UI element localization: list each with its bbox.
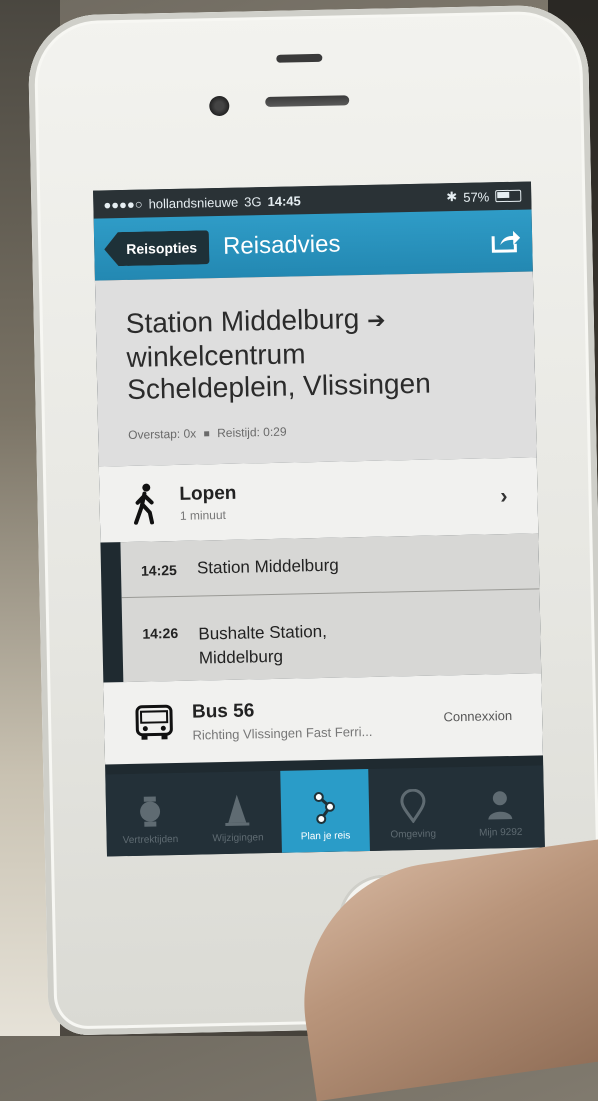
stop-name: Station Middelburg: [196, 555, 339, 578]
network-type: 3G: [244, 193, 262, 209]
bus-direction: Richting Vlissingen Fast Ferri...: [192, 723, 373, 743]
tab-vertrektijden[interactable]: Vertrektijden: [105, 773, 194, 857]
carrier-name: hollandsnieuwe: [148, 194, 239, 211]
route-origin: Station Middelburg: [125, 303, 360, 339]
tab-label: Vertrektijden: [122, 833, 179, 847]
bus-icon: [135, 704, 173, 740]
route-destination-line1: winkelcentrum: [126, 338, 306, 373]
travel-time: Reistijd: 0:29: [217, 424, 287, 441]
stop-name-line1: Bushalte Station,: [198, 621, 328, 644]
tab-wijzigingen[interactable]: Wijzigingen: [193, 771, 282, 855]
walk-duration: 1 minuut: [179, 507, 227, 523]
app-screen: ●●●●○ hollandsnieuwe 3G 14:45 ✱ 57% Reis…: [93, 181, 545, 857]
bus-label: Bus 56: [191, 699, 255, 723]
clock-icon: [139, 796, 160, 827]
signal-dots: ●●●●○: [103, 196, 143, 212]
stop-time: 14:26: [142, 624, 179, 642]
nav-bar: Reisopties Reisadvies: [93, 209, 533, 281]
stop-name: Bushalte Station, Middelburg: [198, 620, 328, 671]
stop-row: 14:25 Station Middelburg: [120, 533, 540, 599]
route-title: Station Middelburg ➔ winkelcentrum Schel…: [126, 300, 506, 406]
front-camera: [209, 95, 230, 117]
bus-text: Bus 56 Richting Vlissingen Fast Ferri...: [192, 696, 444, 742]
walk-leg-row[interactable]: Lopen 1 minuut ›: [98, 457, 539, 543]
separator-square: [204, 430, 210, 436]
stop-row: 14:26 Bushalte Station, Middelburg: [122, 589, 541, 672]
tab-mijn-9292[interactable]: Mijn 9292: [456, 765, 545, 849]
status-time: 14:45: [267, 192, 301, 209]
transfers-count: Overstap: 0x: [128, 426, 197, 442]
speaker-grill: [265, 95, 350, 108]
location-pin-icon: [399, 788, 425, 824]
tab-bar: Vertrektijden Wijzigingen Plan je reis O…: [105, 765, 545, 857]
stops-block: 14:25 Station Middelburg 14:26 Bushalte …: [120, 533, 542, 683]
bus-leg-row[interactable]: Bus 56 Richting Vlissingen Fast Ferri...…: [103, 673, 543, 765]
walk-text: Lopen 1 minuut: [179, 477, 500, 523]
tab-plan-je-reis[interactable]: Plan je reis: [280, 769, 370, 853]
bus-operator: Connexxion: [443, 707, 513, 724]
arrow-right-icon: ➔: [366, 307, 386, 333]
tab-label: Mijn 9292: [478, 826, 523, 839]
back-button[interactable]: Reisopties: [104, 230, 210, 266]
route-icon: [313, 792, 335, 824]
route-destination-line2: Scheldeplein, Vlissingen: [126, 367, 432, 405]
walk-label: Lopen: [179, 482, 237, 505]
walking-person-icon: [134, 483, 155, 525]
stop-time: 14:25: [140, 561, 177, 579]
route-meta: Overstap: 0x Reistijd: 0:29: [128, 420, 506, 442]
tab-omgeving[interactable]: Omgeving: [368, 767, 457, 851]
bluetooth-icon: ✱: [446, 189, 458, 205]
tab-label: Plan je reis: [300, 830, 351, 843]
share-icon[interactable]: [490, 228, 523, 255]
stop-name-line2: Middelburg: [198, 646, 284, 668]
route-header: Station Middelburg ➔ winkelcentrum Schel…: [94, 271, 537, 467]
battery-icon: [495, 189, 522, 203]
page-title: Reisadvies: [222, 230, 341, 260]
tab-label: Wijzigingen: [212, 832, 264, 845]
battery-percent: 57%: [463, 188, 490, 205]
carrier-info: ●●●●○ hollandsnieuwe 3G 14:45: [103, 190, 440, 212]
chevron-right-icon[interactable]: ›: [500, 483, 508, 509]
earpiece-slot: [276, 53, 323, 63]
traffic-cone-icon: [225, 794, 250, 826]
person-icon: [488, 791, 513, 820]
tab-label: Omgeving: [390, 828, 437, 841]
